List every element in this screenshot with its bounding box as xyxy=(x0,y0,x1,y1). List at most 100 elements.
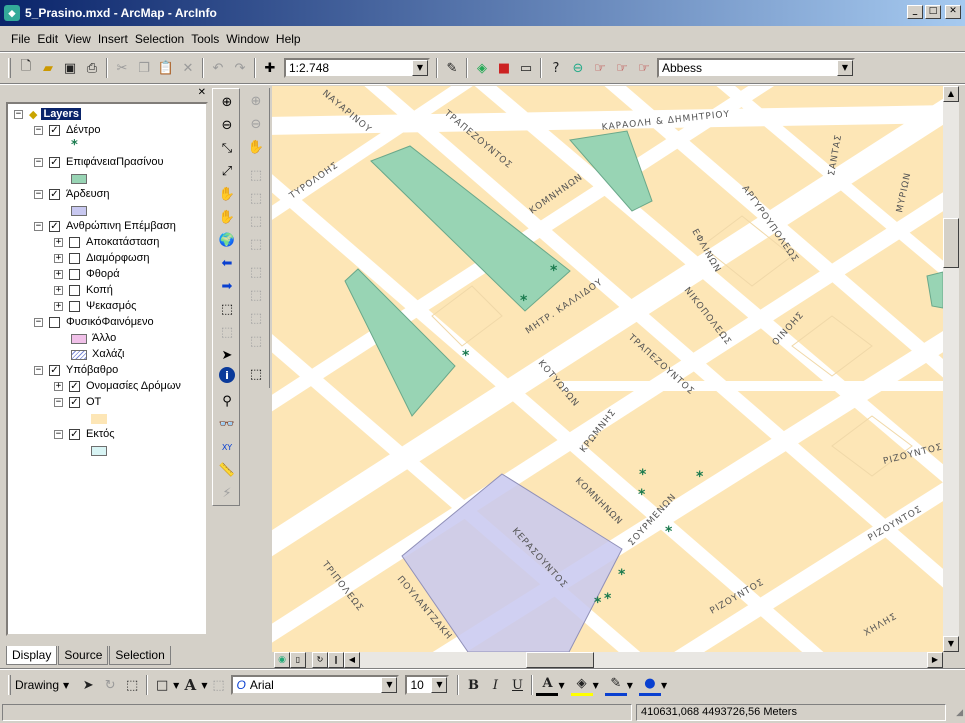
open-folder-icon[interactable]: ▰ xyxy=(37,57,59,79)
layer-row-basemap[interactable]: − ✓ Υπόβαθρο xyxy=(34,362,118,378)
select-features-icon[interactable]: ⬚ xyxy=(216,298,238,320)
layout-view-icon[interactable]: ▯ xyxy=(290,652,306,668)
lightning-icon[interactable]: ⚡ xyxy=(216,482,238,504)
italic-icon[interactable]: I xyxy=(484,674,506,696)
font-combo[interactable]: O Arial ▼ xyxy=(231,675,400,695)
expand-icon[interactable]: + xyxy=(54,237,63,247)
collapse-icon[interactable]: − xyxy=(34,157,43,167)
layout-tool-5-icon[interactable]: ⬚ xyxy=(245,261,267,283)
layer-visibility-checkbox[interactable]: ✓ xyxy=(49,220,60,232)
pause-drawing-icon[interactable]: ∥ xyxy=(328,652,344,668)
editor-toolbar-icon[interactable]: ✎ xyxy=(441,57,463,79)
layer-row-natural-phenomenon[interactable]: − ΦυσικόΦαινόμενο xyxy=(34,314,154,330)
layer-visibility-checkbox[interactable] xyxy=(49,316,60,328)
layer-visibility-checkbox[interactable] xyxy=(69,284,80,296)
tab-display[interactable]: Display xyxy=(6,646,58,665)
font-color-icon[interactable]: A xyxy=(536,674,559,696)
layer-visibility-checkbox[interactable]: ✓ xyxy=(69,396,80,408)
layer-visibility-checkbox[interactable] xyxy=(69,268,80,280)
find-icon[interactable]: 👓 xyxy=(216,413,238,435)
resize-grip-icon[interactable]: ◢ xyxy=(956,708,963,718)
tree-point[interactable]: * xyxy=(618,567,626,583)
layer-visibility-checkbox[interactable] xyxy=(69,300,80,312)
scroll-thumb[interactable] xyxy=(943,218,959,268)
marker-color-icon[interactable]: ● xyxy=(638,674,661,696)
arccatalog-icon[interactable]: ◈ xyxy=(471,57,493,79)
collapse-icon[interactable]: − xyxy=(34,125,43,135)
zoom-to-selected-icon[interactable]: ⬚ xyxy=(121,674,143,696)
layout-tool-9-icon[interactable]: ⬚ xyxy=(245,363,267,385)
layer-row-dentro[interactable]: − ✓ Δέντρο xyxy=(34,122,100,138)
zoom-out-layout-icon[interactable]: ⊖ xyxy=(245,113,267,135)
save-icon[interactable]: ▣ xyxy=(59,57,81,79)
tree-point[interactable]: * xyxy=(638,487,646,503)
layer-select-combo[interactable]: Abbess ▼ xyxy=(657,58,855,78)
layer-visibility-checkbox[interactable]: ✓ xyxy=(49,124,60,136)
data-view-icon[interactable]: ◉ xyxy=(274,652,290,668)
fixed-zoom-out-icon[interactable]: ⤢ xyxy=(216,160,238,182)
command-line-icon[interactable]: ▭ xyxy=(515,57,537,79)
font-size-combo[interactable]: 10 ▼ xyxy=(405,675,450,695)
layout-tool-4-icon[interactable]: ⬚ xyxy=(245,233,267,255)
chevron-down-icon[interactable]: ▼ xyxy=(558,681,564,690)
fixed-zoom-in-icon[interactable]: ⤡ xyxy=(216,137,238,159)
expand-icon[interactable]: + xyxy=(54,285,63,295)
tree-point[interactable]: * xyxy=(604,591,612,607)
collapse-icon[interactable]: − xyxy=(54,397,63,407)
tree-point[interactable]: * xyxy=(639,467,647,483)
trace-icon[interactable]: ⊖ xyxy=(567,57,589,79)
scroll-left-icon[interactable]: ◀ xyxy=(344,652,360,668)
sublayer-row[interactable]: − ✓ ΟΤ xyxy=(54,394,101,410)
tree-point[interactable]: * xyxy=(520,293,528,309)
measure-icon[interactable]: 📏 xyxy=(216,459,238,481)
new-text-icon[interactable]: A xyxy=(179,674,201,696)
collapse-icon[interactable]: − xyxy=(34,221,43,231)
minimize-button[interactable]: _ xyxy=(907,5,923,19)
sublayer-row[interactable]: + ✓ Ονομασίες Δρόμων xyxy=(54,378,181,394)
expand-icon[interactable]: + xyxy=(54,381,63,391)
layout-tool-8-icon[interactable]: ⬚ xyxy=(245,330,267,352)
collapse-icon[interactable]: − xyxy=(54,429,63,439)
custom-tool-2-icon[interactable]: ☞ xyxy=(611,57,633,79)
chevron-down-icon[interactable]: ▼ xyxy=(837,60,853,76)
close-button[interactable]: ✕ xyxy=(945,5,961,19)
chevron-down-icon[interactable]: ▼ xyxy=(593,681,599,690)
select-elements-icon[interactable]: ➤ xyxy=(216,344,238,366)
go-to-xy-icon[interactable]: XY xyxy=(216,436,238,458)
arctoolbox-icon[interactable]: ■ xyxy=(493,57,515,79)
hyperlink-icon[interactable]: ⚲ xyxy=(216,390,238,412)
layer-row-green-surface[interactable]: − ✓ ΕπιφάνειαΠρασίνου xyxy=(34,154,164,170)
sublayer-row[interactable]: + Κοπή xyxy=(54,282,113,298)
menu-view[interactable]: View xyxy=(62,32,94,46)
chevron-down-icon[interactable]: ▼ xyxy=(431,677,448,693)
zoom-in-layout-icon[interactable]: ⊕ xyxy=(245,90,267,112)
map-view[interactable]: * * * * * * * * * * ΝΑΥΑΡΙΝΟΥ ΤΡΑΠΕΖΟΥΝΤ… xyxy=(272,86,943,652)
layout-tool-3-icon[interactable]: ⬚ xyxy=(245,210,267,232)
forward-extent-icon[interactable]: ➡ xyxy=(216,275,238,297)
tree-point[interactable]: * xyxy=(594,595,602,611)
scroll-up-icon[interactable]: ▲ xyxy=(943,86,959,102)
scale-combo[interactable]: 1:2.748 ▼ xyxy=(284,58,430,78)
expand-icon[interactable]: + xyxy=(54,269,63,279)
scroll-thumb[interactable] xyxy=(526,652,594,668)
chevron-down-icon[interactable]: ▼ xyxy=(412,60,428,76)
tree-point[interactable]: * xyxy=(550,263,558,279)
bold-icon[interactable]: B xyxy=(462,674,484,696)
layer-row-human-intervention[interactable]: − ✓ Ανθρώπινη Επέμβαση xyxy=(34,218,176,234)
undo-icon[interactable]: ↶ xyxy=(207,57,229,79)
line-color-icon[interactable]: ✎ xyxy=(604,674,627,696)
refresh-icon[interactable]: ↻ xyxy=(312,652,328,668)
menu-tools[interactable]: Tools xyxy=(188,32,222,46)
custom-tool-3-icon[interactable]: ☞ xyxy=(633,57,655,79)
menu-file[interactable]: File xyxy=(8,32,33,46)
collapse-icon[interactable]: − xyxy=(34,365,43,375)
sublayer-row[interactable]: + Αποκατάσταση xyxy=(54,234,159,250)
clear-selection-icon[interactable]: ⬚ xyxy=(216,321,238,343)
layer-visibility-checkbox[interactable]: ✓ xyxy=(69,428,80,440)
collapse-icon[interactable]: − xyxy=(14,109,23,119)
chevron-down-icon[interactable]: ▼ xyxy=(381,677,398,693)
expand-icon[interactable]: + xyxy=(54,253,63,263)
scroll-down-icon[interactable]: ▼ xyxy=(943,636,959,652)
menu-help[interactable]: Help xyxy=(273,32,304,46)
zoom-in-icon[interactable]: ⊕ xyxy=(216,91,238,113)
